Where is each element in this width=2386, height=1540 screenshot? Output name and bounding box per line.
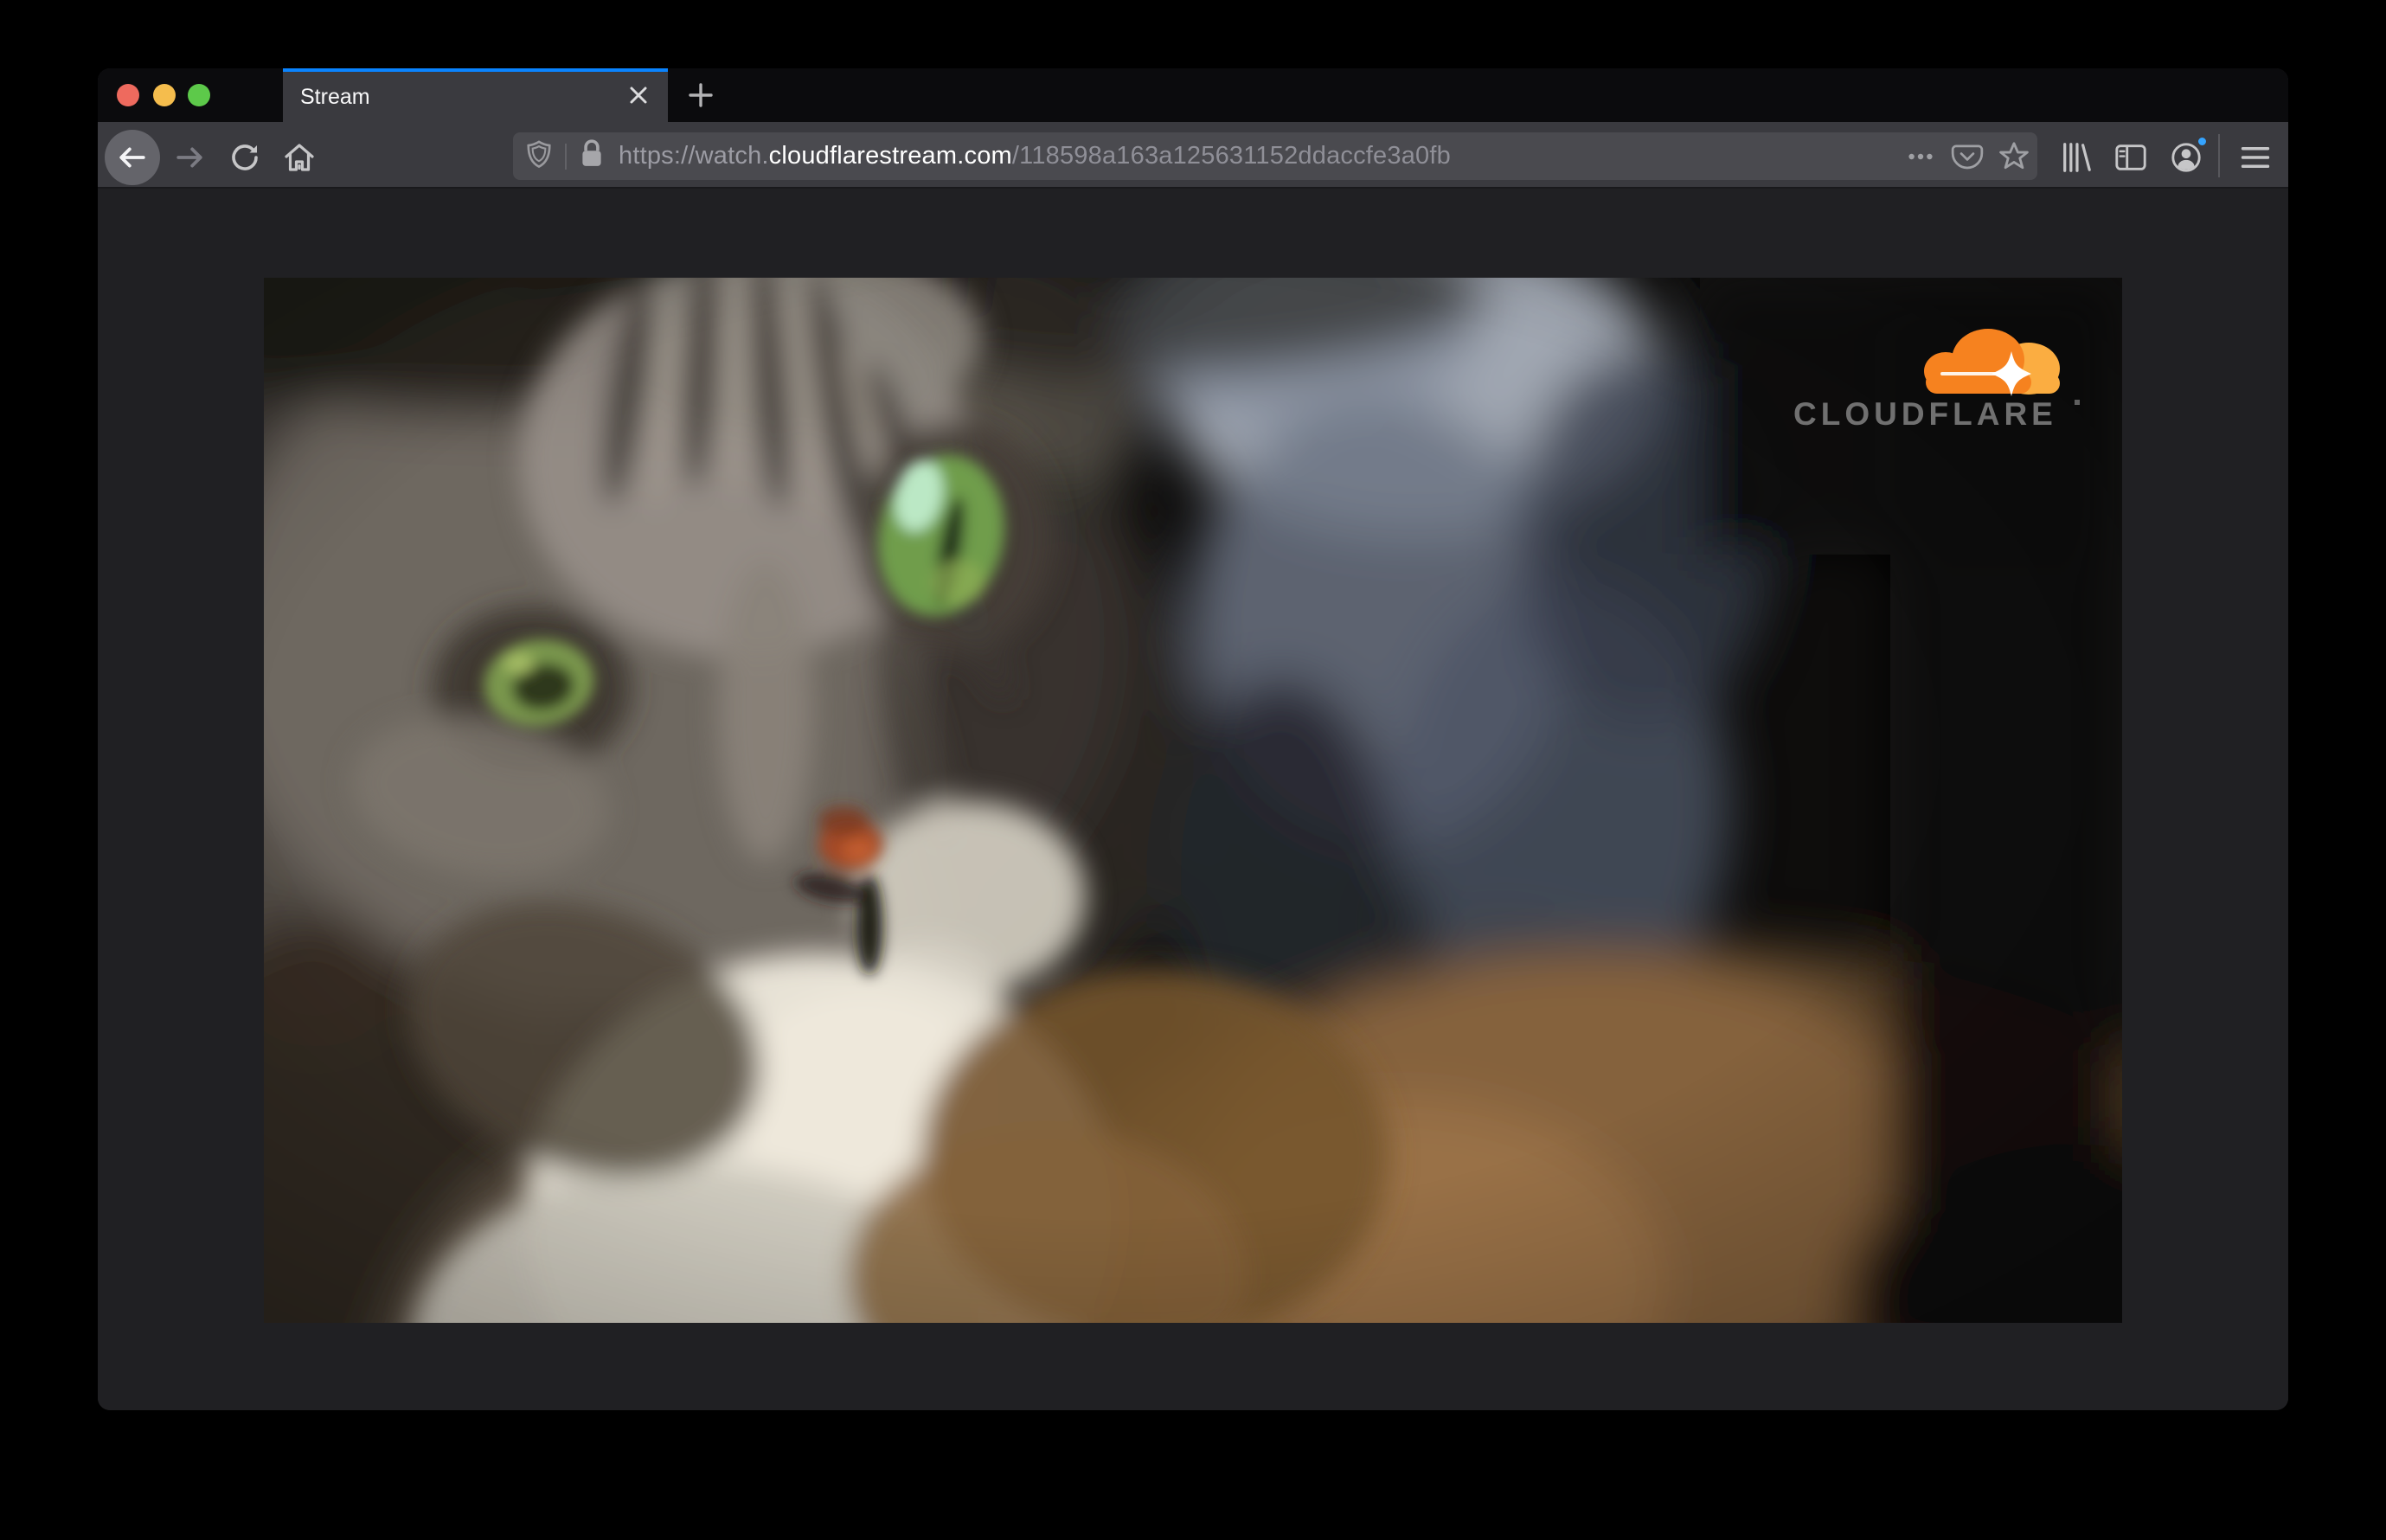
tracking-shield-icon[interactable] <box>525 139 553 173</box>
page-content: CLOUDFLARE <box>98 190 2288 1410</box>
forward-icon[interactable] <box>162 130 217 185</box>
video-frame-cat: CLOUDFLARE <box>264 278 2122 1323</box>
url-scheme-host: https://watch. <box>619 142 769 170</box>
sidebar-icon[interactable] <box>2103 130 2158 185</box>
page-actions-icon[interactable] <box>1897 133 1944 180</box>
tab-title: Stream <box>300 85 370 109</box>
cloudflare-watermark-text: CLOUDFLARE <box>1793 396 2057 432</box>
url-text: https://watch.cloudflarestream.com/11859… <box>619 142 1451 170</box>
back-icon[interactable] <box>105 130 160 185</box>
window-minimize-button[interactable] <box>153 84 176 106</box>
account-notification-dot <box>2196 135 2209 148</box>
bookmark-star-icon[interactable] <box>1991 133 2037 180</box>
toolbar-separator <box>2218 134 2220 177</box>
lock-icon[interactable] <box>579 139 605 173</box>
account-icon[interactable] <box>2158 130 2214 185</box>
menu-icon[interactable] <box>2228 130 2283 185</box>
tab-bar: Stream <box>98 68 2288 122</box>
new-tab-icon[interactable] <box>685 80 716 111</box>
urlbar-divider <box>565 143 567 170</box>
browser-window: Stream https://watch.cloudflarestream.co… <box>98 68 2288 1410</box>
page-action-buttons <box>1897 132 2037 180</box>
navigation-toolbar: https://watch.cloudflarestream.com/11859… <box>98 122 2288 189</box>
url-domain: cloudflarestream.com <box>768 142 1012 170</box>
trademark-mark <box>2075 400 2080 405</box>
window-close-button[interactable] <box>117 84 139 106</box>
window-zoom-button[interactable] <box>188 84 210 106</box>
pocket-icon[interactable] <box>1944 133 1991 180</box>
video-player[interactable]: CLOUDFLARE <box>264 278 2122 1323</box>
url-path: /118598a163a125631152ddaccfe3a0fb <box>1011 142 1451 170</box>
reload-icon[interactable] <box>217 130 273 185</box>
close-tab-icon[interactable] <box>628 85 649 106</box>
tab-stream[interactable]: Stream <box>283 68 668 122</box>
home-icon[interactable] <box>272 130 327 185</box>
library-icon[interactable] <box>2049 130 2104 185</box>
url-bar[interactable]: https://watch.cloudflarestream.com/11859… <box>513 132 2037 180</box>
